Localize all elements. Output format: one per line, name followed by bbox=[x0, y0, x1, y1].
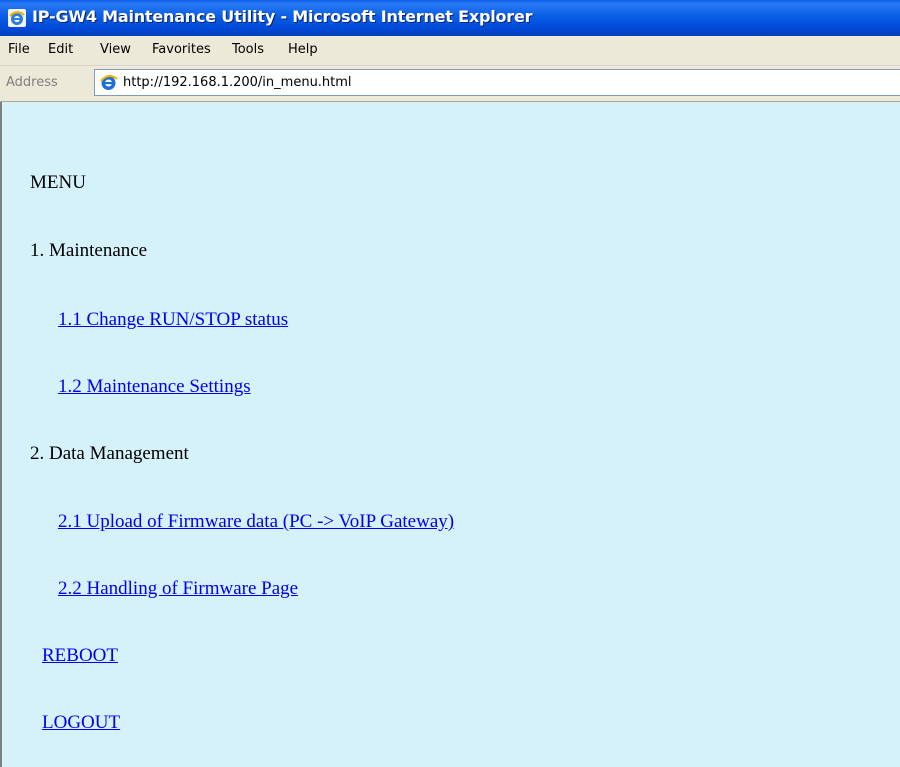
address-url: http://192.168.1.200/in_menu.html bbox=[123, 75, 352, 90]
link-logout[interactable]: LOGOUT bbox=[42, 712, 120, 734]
window-title: IP-GW4 Maintenance Utility - Microsoft I… bbox=[32, 7, 533, 26]
ie-window-icon bbox=[8, 9, 26, 27]
browser-window: IP-GW4 Maintenance Utility - Microsoft I… bbox=[0, 0, 900, 767]
link-upload-firmware[interactable]: 2.1 Upload of Firmware data (PC -> VoIP … bbox=[58, 511, 454, 533]
link-maintenance-settings[interactable]: 1.2 Maintenance Settings bbox=[58, 376, 251, 398]
menu-help[interactable]: Help bbox=[288, 42, 318, 57]
menu-tools[interactable]: Tools bbox=[232, 42, 264, 57]
address-bar: Address http://192.168.1.200/in_menu.htm… bbox=[0, 66, 900, 102]
address-input[interactable]: http://192.168.1.200/in_menu.html bbox=[94, 69, 900, 96]
link-change-run-stop[interactable]: 1.1 Change RUN/STOP status bbox=[58, 309, 288, 331]
ie-page-icon bbox=[99, 73, 118, 92]
page-content: MENU 1. Maintenance 1.1 Change RUN/STOP … bbox=[0, 102, 900, 767]
menu-view[interactable]: View bbox=[100, 42, 131, 57]
menu-heading: MENU bbox=[30, 172, 86, 193]
menu-file[interactable]: File bbox=[8, 42, 30, 57]
title-bar[interactable]: IP-GW4 Maintenance Utility - Microsoft I… bbox=[0, 0, 900, 36]
menu-bar: File Edit View Favorites Tools Help bbox=[0, 36, 900, 66]
menu-favorites[interactable]: Favorites bbox=[152, 42, 211, 57]
link-reboot[interactable]: REBOOT bbox=[42, 645, 118, 667]
section-maintenance: 1. Maintenance bbox=[30, 240, 148, 261]
section-data-management: 2. Data Management bbox=[30, 443, 189, 464]
address-label: Address bbox=[6, 75, 58, 90]
menu-edit[interactable]: Edit bbox=[48, 42, 73, 57]
link-handling-firmware-page[interactable]: 2.2 Handling of Firmware Page bbox=[58, 578, 298, 600]
